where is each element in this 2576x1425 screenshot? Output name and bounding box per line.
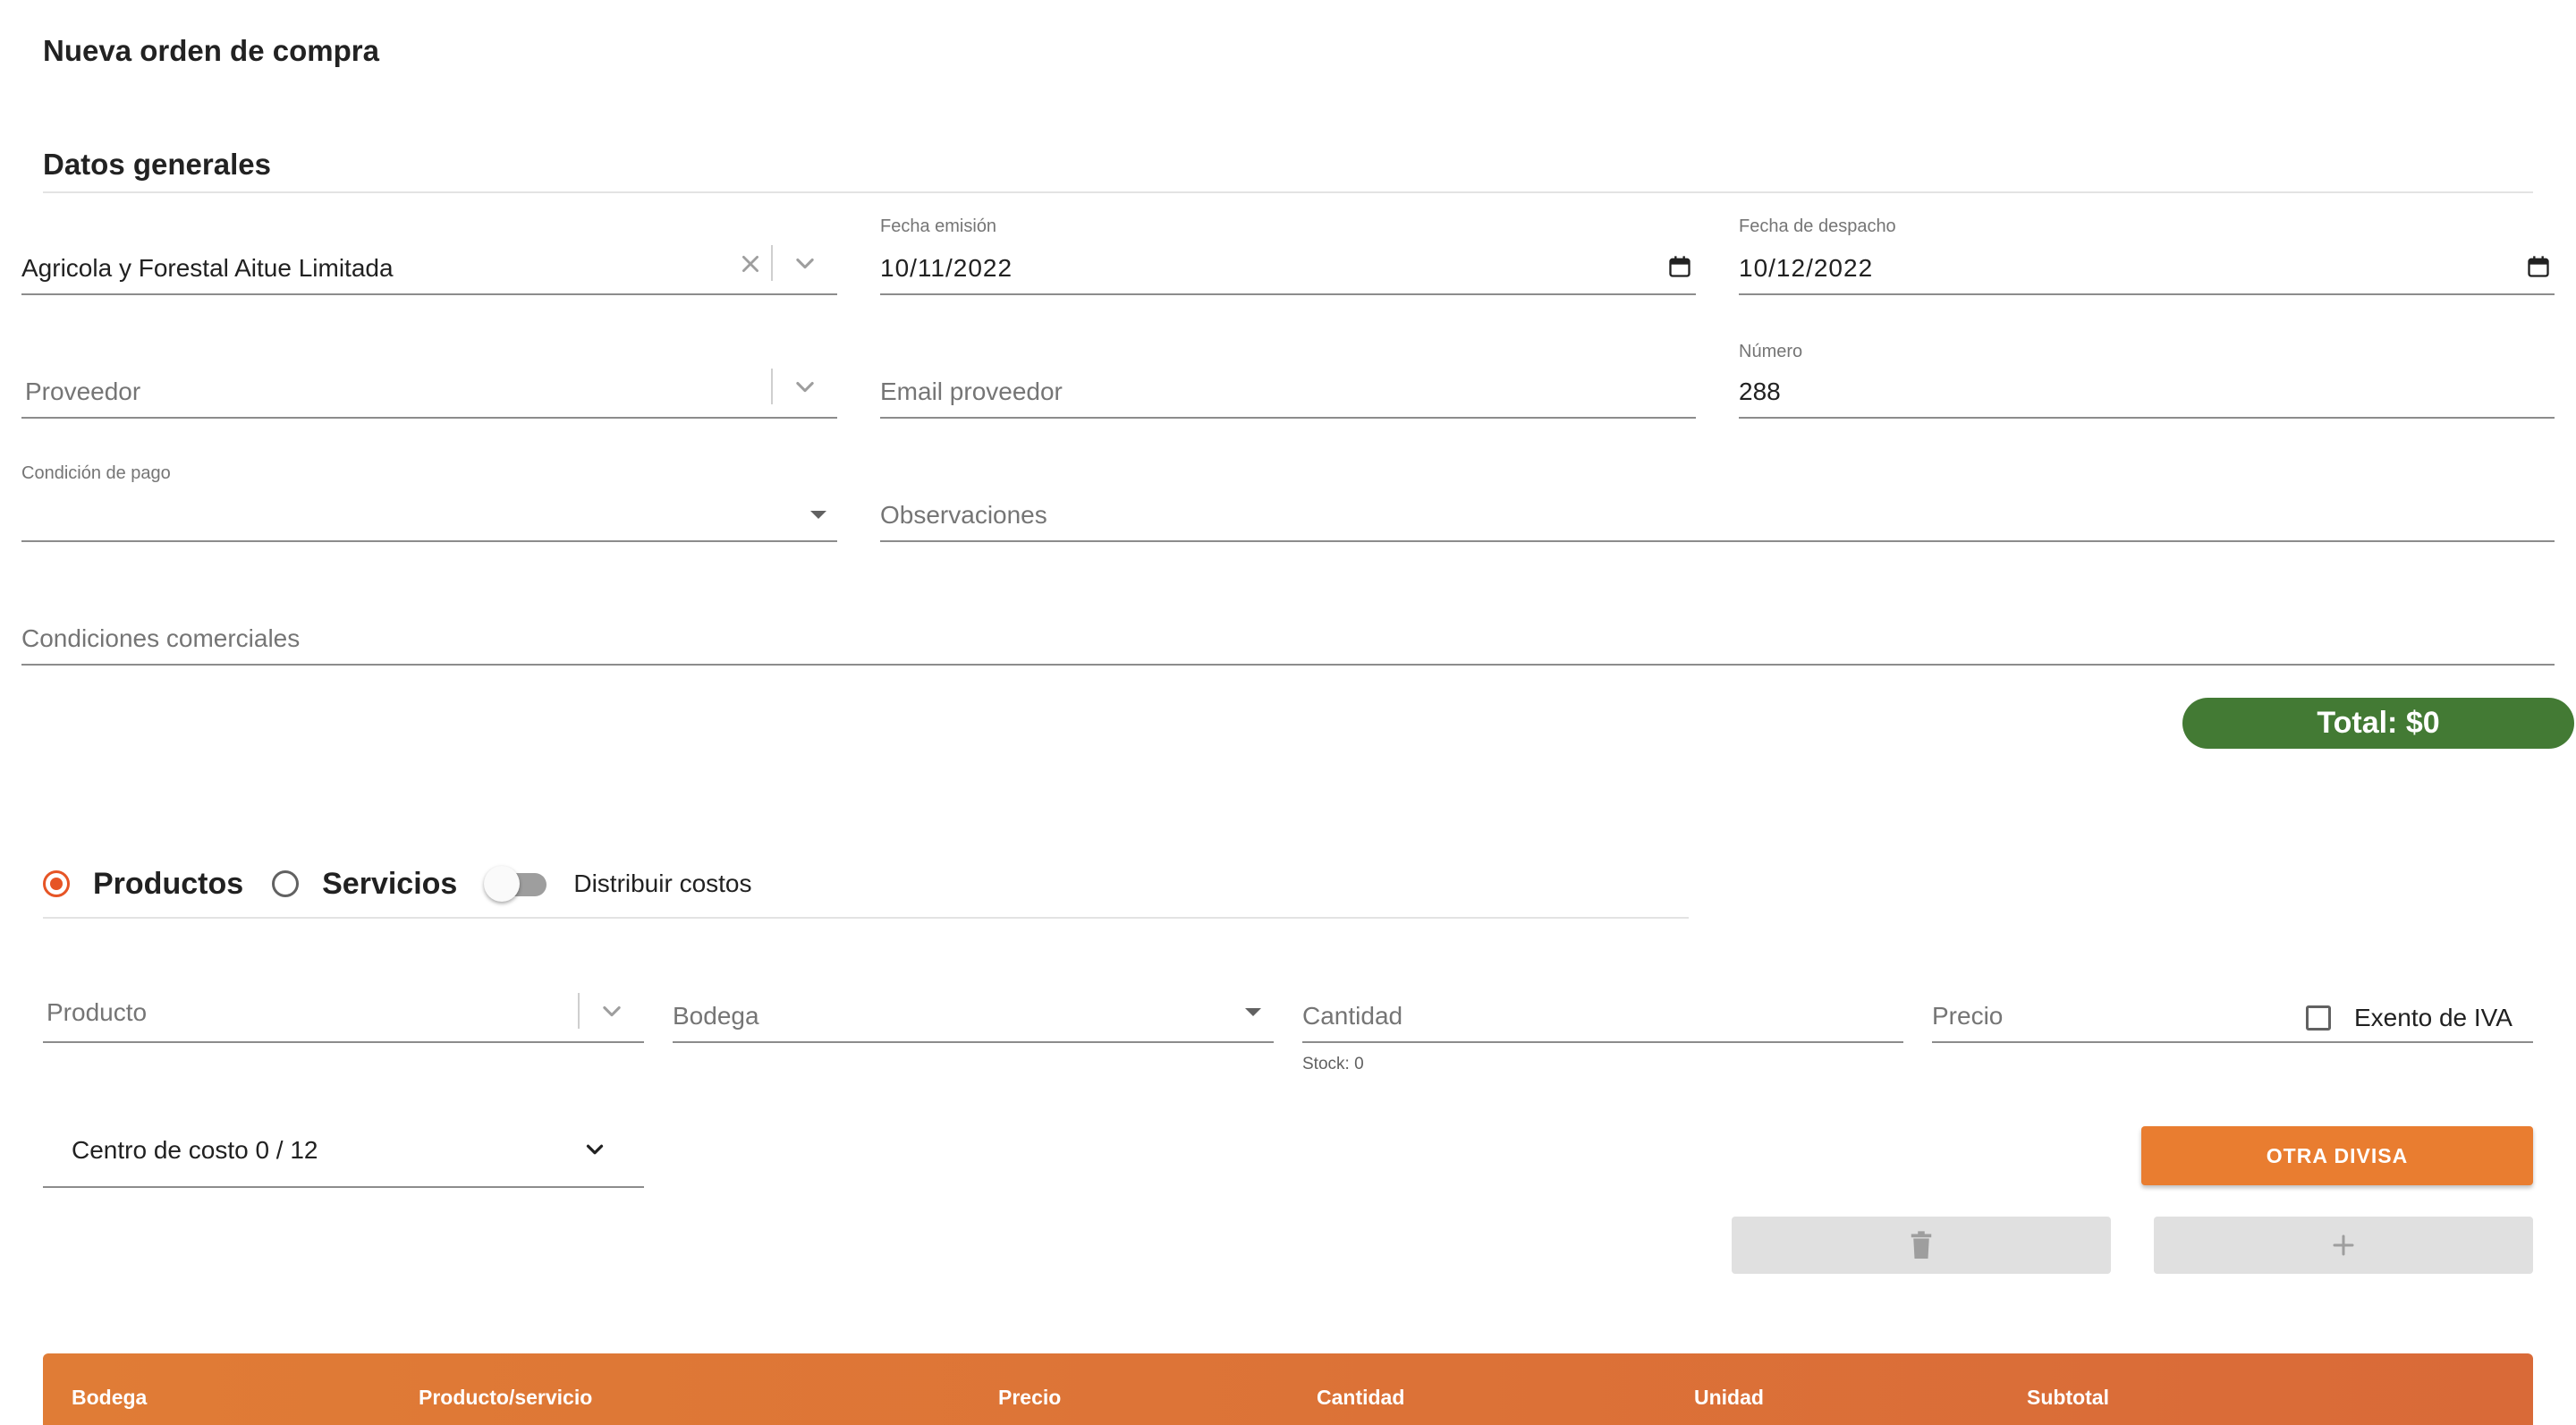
item-type-divider <box>43 917 1689 919</box>
empresa-value: Agricola y Forestal Aitue Limitada <box>21 254 394 282</box>
close-icon[interactable] <box>739 252 762 276</box>
select-separator <box>578 993 580 1029</box>
section-title: Datos generales <box>43 148 271 181</box>
observaciones-input[interactable]: Observaciones <box>880 478 2555 542</box>
numero-value: 288 <box>1739 377 1781 405</box>
email-proveedor-input[interactable]: Email proveedor <box>880 354 1696 419</box>
centro-costo-select[interactable]: Centro de costo 0 / 12 <box>43 1122 644 1188</box>
empresa-select[interactable]: Agricola y Forestal Aitue Limitada <box>21 231 837 295</box>
condicion-pago-select[interactable]: Condición de pago <box>21 463 837 542</box>
plus-icon <box>2333 1234 2354 1256</box>
fecha-emision-value: 10/11/2022 <box>880 254 1013 282</box>
trash-icon <box>1911 1231 1932 1259</box>
exento-iva-checkbox[interactable] <box>2306 1005 2331 1031</box>
fecha-emision-label: Fecha emisión <box>880 216 997 236</box>
radio-productos[interactable] <box>43 870 70 897</box>
precio-placeholder: Precio <box>1932 1002 2004 1030</box>
cantidad-input[interactable]: Cantidad <box>1302 979 1903 1043</box>
calendar-icon[interactable] <box>2526 254 2551 279</box>
chevron-down-icon[interactable] <box>792 250 818 276</box>
numero-field[interactable]: Número 288 <box>1739 342 2555 419</box>
cantidad-placeholder: Cantidad <box>1302 1002 1403 1030</box>
select-separator <box>771 369 773 404</box>
proveedor-select[interactable]: Proveedor <box>21 354 837 419</box>
proveedor-placeholder: Proveedor <box>25 377 141 405</box>
column-header-unidad: Unidad <box>1694 1386 1764 1409</box>
condicion-pago-label: Condición de pago <box>21 463 171 483</box>
add-item-button[interactable] <box>2154 1217 2533 1274</box>
select-separator <box>771 245 773 281</box>
observaciones-placeholder: Observaciones <box>880 501 1047 529</box>
condiciones-comerciales-placeholder: Condiciones comerciales <box>21 624 301 652</box>
item-type-selector: Productos Servicios Distribuir costos <box>43 861 752 906</box>
otra-divisa-button[interactable]: OTRA DIVISA <box>2141 1126 2533 1185</box>
exento-iva-label[interactable]: Exento de IVA <box>2354 1004 2512 1032</box>
radio-productos-label[interactable]: Productos <box>93 867 243 902</box>
delete-item-button[interactable] <box>1732 1217 2111 1274</box>
caret-down-icon[interactable] <box>810 511 826 519</box>
email-proveedor-placeholder: Email proveedor <box>880 377 1063 405</box>
fecha-despacho-label: Fecha de despacho <box>1739 216 1896 236</box>
radio-servicios[interactable] <box>272 870 300 897</box>
fecha-emision-field[interactable]: Fecha emisión 10/11/2022 <box>880 216 1696 295</box>
calendar-icon[interactable] <box>1667 254 1692 279</box>
column-header-subtotal: Subtotal <box>2027 1386 2109 1409</box>
column-header-bodega: Bodega <box>72 1386 148 1409</box>
distribuir-costos-toggle[interactable] <box>484 866 548 902</box>
fecha-despacho-value: 10/12/2022 <box>1739 254 1874 282</box>
bodega-select[interactable]: Bodega <box>673 979 1274 1043</box>
numero-label: Número <box>1739 342 1803 361</box>
section-divider <box>43 191 2533 193</box>
chevron-down-icon[interactable] <box>792 374 818 399</box>
items-table-header: Bodega Producto/servicio Precio Cantidad… <box>43 1353 2533 1425</box>
column-header-producto-servicio: Producto/servicio <box>419 1386 593 1409</box>
producto-placeholder: Producto <box>47 998 148 1026</box>
stock-helper-text: Stock: 0 <box>1302 1055 1364 1073</box>
total-badge: Total: $0 <box>2182 698 2574 749</box>
chevron-down-icon[interactable] <box>581 1136 608 1163</box>
producto-select[interactable]: Producto <box>43 979 644 1043</box>
bodega-placeholder: Bodega <box>673 1002 759 1030</box>
centro-costo-label: Centro de costo 0 / 12 <box>72 1136 318 1164</box>
condiciones-comerciales-input[interactable]: Condiciones comerciales <box>21 601 2555 666</box>
toggle-thumb <box>484 866 521 902</box>
distribuir-costos-label: Distribuir costos <box>573 869 752 897</box>
chevron-down-icon[interactable] <box>599 998 624 1023</box>
page-title: Nueva orden de compra <box>43 34 379 67</box>
caret-down-icon[interactable] <box>1245 1008 1261 1016</box>
column-header-cantidad: Cantidad <box>1317 1386 1405 1409</box>
radio-servicios-label[interactable]: Servicios <box>322 867 457 902</box>
fecha-despacho-field[interactable]: Fecha de despacho 10/12/2022 <box>1739 216 2555 295</box>
column-header-precio: Precio <box>998 1386 1062 1409</box>
